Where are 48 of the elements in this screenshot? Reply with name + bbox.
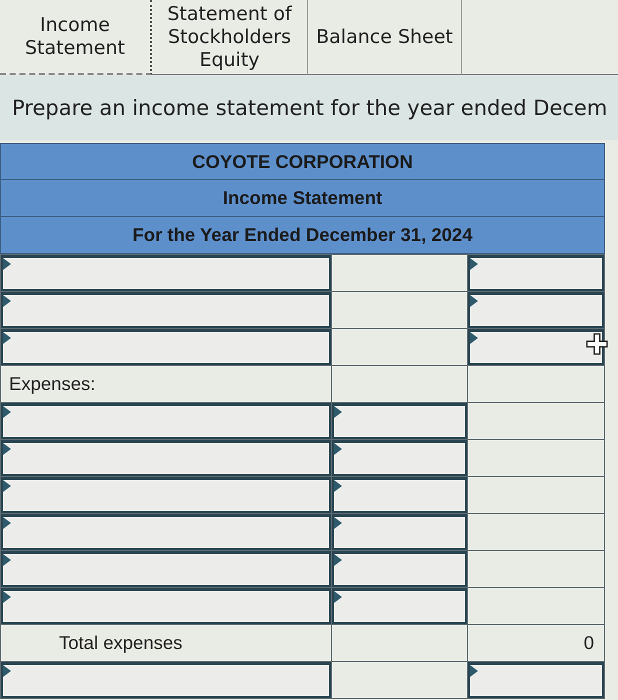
marker-icon xyxy=(3,295,11,307)
marker-icon xyxy=(3,554,11,566)
input-field[interactable] xyxy=(1,403,331,439)
marker-icon xyxy=(470,295,478,307)
input-field[interactable] xyxy=(468,292,604,328)
marker-icon xyxy=(3,258,11,270)
plus-cursor-icon xyxy=(586,333,608,355)
input-field[interactable] xyxy=(468,329,604,365)
marker-icon xyxy=(470,332,478,344)
total-label: Total expenses xyxy=(1,625,331,661)
input-field[interactable] xyxy=(468,662,604,698)
input-field[interactable] xyxy=(1,440,331,476)
marker-icon xyxy=(334,443,342,455)
instruction-text: Prepare an income statement for the year ended Decem xyxy=(12,96,608,120)
input-field[interactable] xyxy=(332,551,467,587)
statement-title: Income Statement xyxy=(0,180,605,217)
input-field[interactable] xyxy=(332,440,467,476)
marker-icon xyxy=(3,332,11,344)
input-field[interactable] xyxy=(1,662,331,698)
input-field[interactable] xyxy=(332,403,467,439)
marker-icon xyxy=(470,665,478,677)
input-field[interactable] xyxy=(468,255,604,291)
marker-icon xyxy=(3,406,11,418)
marker-icon xyxy=(334,591,342,603)
marker-icon xyxy=(470,258,478,270)
marker-icon xyxy=(3,665,11,677)
input-field[interactable] xyxy=(1,551,331,587)
marker-icon xyxy=(334,480,342,492)
input-field[interactable] xyxy=(1,514,331,550)
marker-icon xyxy=(3,517,11,529)
amount-value: 0 xyxy=(468,625,604,661)
marker-icon xyxy=(334,517,342,529)
input-field[interactable] xyxy=(1,255,331,291)
marker-icon xyxy=(334,406,342,418)
input-field[interactable] xyxy=(1,477,331,513)
marker-icon xyxy=(334,554,342,566)
marker-icon xyxy=(3,443,11,455)
input-field[interactable] xyxy=(332,514,467,550)
input-field[interactable] xyxy=(1,329,331,365)
input-field[interactable] xyxy=(1,588,331,624)
input-field[interactable] xyxy=(1,292,331,328)
marker-icon xyxy=(3,480,11,492)
marker-icon xyxy=(3,591,11,603)
statement-period: For the Year Ended December 31, 2024 xyxy=(0,217,605,254)
input-field[interactable] xyxy=(332,477,467,513)
section-label: Expenses: xyxy=(1,366,331,402)
company-name: COYOTE CORPORATION xyxy=(0,143,605,180)
input-field[interactable] xyxy=(332,588,467,624)
